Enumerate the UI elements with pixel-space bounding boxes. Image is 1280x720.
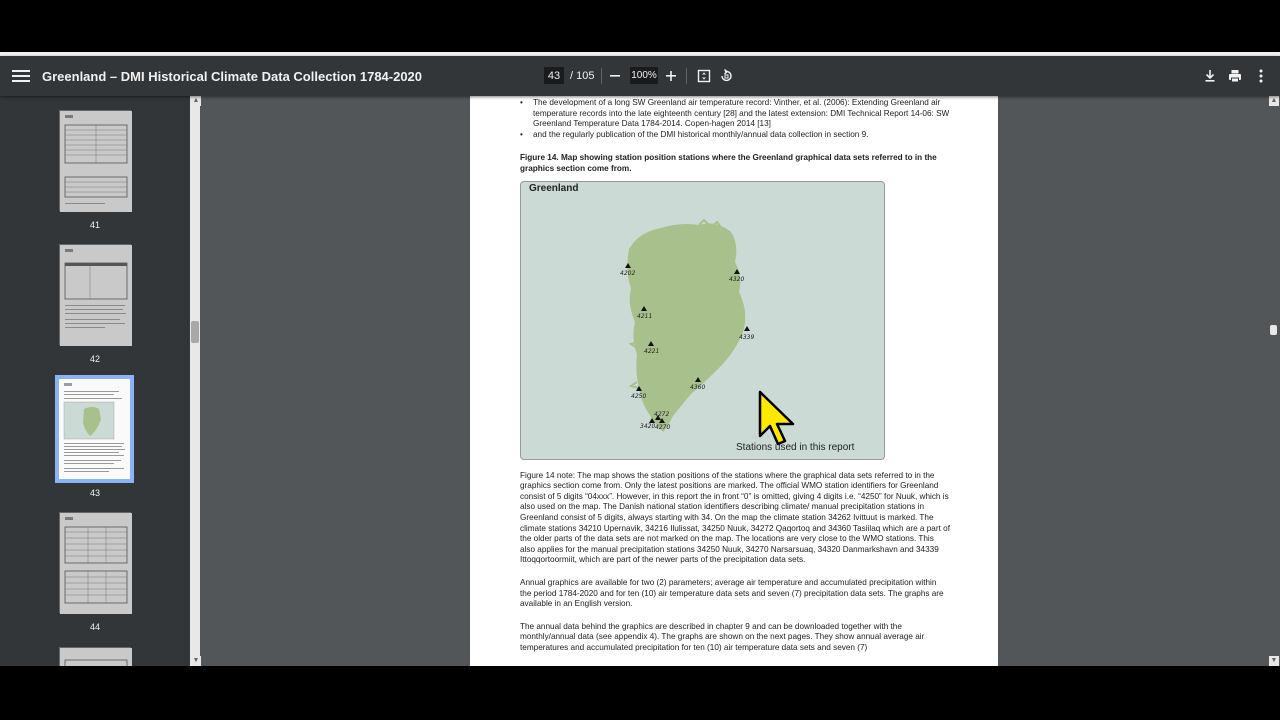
scroll-down-arrow[interactable]: ▼ xyxy=(191,656,201,666)
station-label: 4270 xyxy=(655,424,670,431)
paragraph: Figure 14 note: The map shows the statio… xyxy=(520,470,950,565)
bullet-list: The development of a long SW Greenland a… xyxy=(520,98,950,140)
page-total: / 105 xyxy=(570,69,595,82)
mouse-pointer-icon xyxy=(757,390,799,448)
pdf-page: The development of a long SW Greenland a… xyxy=(470,96,998,666)
station-label: 4250 xyxy=(631,393,646,400)
screen-bottom-border xyxy=(0,666,1280,720)
station-label: 4272 xyxy=(654,411,669,418)
station-label: 4360 xyxy=(690,384,705,391)
scroll-down-arrow[interactable]: ▼ xyxy=(1269,656,1279,666)
paragraph: Annual graphics are available for two (2… xyxy=(520,577,944,609)
page-thumbnail-active[interactable] xyxy=(55,375,134,483)
main-scrollbar-thumb[interactable] xyxy=(1270,325,1277,335)
print-icon[interactable] xyxy=(1225,66,1245,86)
station-marker xyxy=(744,325,750,331)
scroll-up-arrow[interactable]: ▲ xyxy=(1269,96,1279,106)
menu-icon[interactable] xyxy=(12,68,30,84)
figure-caption: Figure 14. Map showing station position … xyxy=(520,153,937,173)
scroll-up-arrow[interactable]: ▲ xyxy=(191,96,201,106)
station-label: 4221 xyxy=(644,348,659,355)
toolbar-divider xyxy=(686,68,687,84)
station-label: 4339 xyxy=(739,334,754,341)
list-item: and the regularly publication of the DMI… xyxy=(520,130,950,141)
thumbnail-sidebar: 41 42 43 44 xyxy=(0,96,190,666)
station-label: 4320 xyxy=(729,276,744,283)
zoom-level-input[interactable]: 100% xyxy=(630,67,658,84)
greenland-station-map: 4202 4320 4211 4339 4221 4360 4250 4272 … xyxy=(520,180,885,460)
pdf-viewer: Greenland – DMI Historical Climate Data … xyxy=(0,56,1280,666)
main-scrollbar[interactable]: ▲ ▼ xyxy=(1268,96,1280,666)
page-thumbnail[interactable] xyxy=(59,512,132,614)
rotate-icon[interactable] xyxy=(716,66,736,86)
screen-top-border xyxy=(0,0,1280,52)
station-label: 4211 xyxy=(637,313,652,320)
list-item: The development of a long SW Greenland a… xyxy=(520,98,950,130)
toolbar-divider xyxy=(601,68,602,84)
page-thumbnail[interactable] xyxy=(59,647,132,666)
zoom-out-icon[interactable] xyxy=(605,66,625,86)
zoom-in-icon[interactable] xyxy=(661,66,681,86)
download-icon[interactable] xyxy=(1200,66,1220,86)
thumbnail-page-number: 43 xyxy=(89,488,100,498)
station-label: 4202 xyxy=(620,270,635,277)
pdf-toolbar: Greenland – DMI Historical Climate Data … xyxy=(0,56,1280,96)
paragraph: The annual data behind the graphics are … xyxy=(520,621,925,652)
page-thumbnail[interactable] xyxy=(59,110,132,212)
thumbnail-page-number: 41 xyxy=(89,220,100,230)
sidebar-scrollbar[interactable]: ▲ ▼ xyxy=(190,96,201,666)
document-title: Greenland – DMI Historical Climate Data … xyxy=(42,69,423,84)
thumbnail-page-number: 44 xyxy=(89,622,100,632)
page-number-input[interactable] xyxy=(544,67,564,84)
sidebar-scrollbar-thumb[interactable] xyxy=(191,321,199,343)
greenland-landmass xyxy=(627,223,746,432)
fit-to-page-icon[interactable] xyxy=(694,66,714,86)
thumbnail-page-number: 42 xyxy=(89,354,100,364)
station-label: 3420 xyxy=(640,423,655,430)
page-thumbnail[interactable] xyxy=(59,244,132,346)
map-title: Greenland xyxy=(529,182,579,194)
more-options-icon[interactable] xyxy=(1251,66,1271,86)
page-selector: / 105 xyxy=(544,67,594,84)
